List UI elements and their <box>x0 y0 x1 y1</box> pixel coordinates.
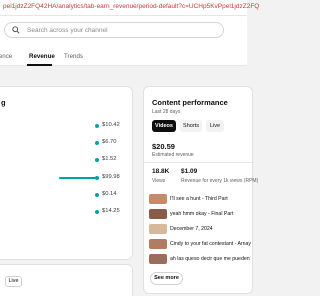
video-list-item[interactable]: yeah hmm okay - Final Part <box>149 209 254 221</box>
revenue-card-title: g <box>1 98 6 107</box>
analytics-tabs: dience Revenue Trends <box>0 44 247 66</box>
revenue-row-value: $10.42 <box>102 122 120 128</box>
revenue-row: $1.52 <box>0 155 134 165</box>
video-thumbnail[interactable] <box>149 209 167 219</box>
search-icon <box>12 26 20 34</box>
revenue-row: $99.98 <box>0 173 134 183</box>
revenue-row: $10.42 <box>0 121 134 131</box>
estimated-revenue-value: $20.59 <box>152 142 175 151</box>
revenue-bar-marker <box>95 176 99 180</box>
revenue-row-value: $1.52 <box>102 156 117 162</box>
revenue-row-value: $14.25 <box>102 208 120 214</box>
revenue-row-value: $6.70 <box>102 139 117 145</box>
revenue-row-value: $99.98 <box>102 174 120 180</box>
video-list-item[interactable]: December 7, 2024 <box>149 224 254 236</box>
search-placeholder[interactable]: Search across your channel <box>27 27 108 34</box>
video-title[interactable]: I'll see a hunt - Third Part <box>170 196 228 202</box>
chip-live[interactable]: Live <box>206 120 224 132</box>
revenue-row: $6.70 <box>0 138 134 148</box>
divider <box>144 162 254 163</box>
revenue-bar-marker <box>95 210 99 214</box>
revenue-bar <box>59 177 99 179</box>
video-thumbnail[interactable] <box>149 194 167 204</box>
revenue-bar-marker <box>95 158 99 162</box>
revenue-row: $0.14 <box>0 190 134 200</box>
views-label: Views <box>152 178 166 184</box>
video-title[interactable]: ah las queso decir que me pueden <box>170 256 250 262</box>
revenue-row-value: $0.14 <box>102 191 117 197</box>
live-chip[interactable]: Live <box>5 276 22 287</box>
period-label: Last 28 days <box>152 109 181 115</box>
chip-shorts[interactable]: Shorts <box>180 120 202 132</box>
video-list-item[interactable]: I'll see a hunt - Third Part <box>149 194 254 206</box>
video-title[interactable]: Cindy to your fat contestant - Arnay <box>170 241 251 247</box>
video-title[interactable]: December 7, 2024 <box>170 226 213 232</box>
tab-selected-indicator <box>27 64 52 66</box>
video-thumbnail[interactable] <box>149 239 167 249</box>
revenue-row: $14.25 <box>0 207 134 217</box>
browser-address-bar[interactable]: pel1jdzZ2FQ42HA/analytics/tab-earn_reven… <box>0 0 259 16</box>
video-list-item[interactable]: ah las queso decir que me pueden <box>149 254 254 266</box>
url-text[interactable]: pel1jdzZ2FQ42HA/analytics/tab-earn_reven… <box>3 3 259 10</box>
revenue-bar-marker <box>95 141 99 145</box>
revenue-bar-marker <box>95 193 99 197</box>
see-more-button[interactable]: See more <box>150 272 183 285</box>
video-title[interactable]: yeah hmm okay - Final Part <box>170 211 233 217</box>
video-list-item[interactable]: Cindy to your fat contestant - Arnay <box>149 239 254 251</box>
tab-revenue[interactable]: Revenue <box>29 53 55 60</box>
revenue-filter-card: Live <box>0 264 133 296</box>
revenue-sources-card: g $10.42 $6.70 $1.52 $99.98 $0.14 $14.25 <box>0 86 133 260</box>
search-box[interactable]: Search across your channel <box>4 22 224 38</box>
video-thumbnail[interactable] <box>149 254 167 264</box>
views-value: 18.8K <box>152 168 170 175</box>
chip-videos[interactable]: Videos <box>152 120 176 132</box>
revenue-bar-marker <box>95 124 99 128</box>
content-performance-title: Content performance <box>152 98 228 107</box>
estimated-revenue-label: Estimated revenue <box>152 152 194 158</box>
rpm-label: Revenue for every 1k views (RPM) <box>181 178 259 184</box>
video-thumbnail[interactable] <box>149 224 167 234</box>
rpm-value: $1.09 <box>181 168 198 175</box>
tab-audience[interactable]: dience <box>0 53 12 60</box>
content-performance-card: Content performance Last 28 days Videos … <box>143 86 258 294</box>
tab-trends[interactable]: Trends <box>64 53 83 60</box>
